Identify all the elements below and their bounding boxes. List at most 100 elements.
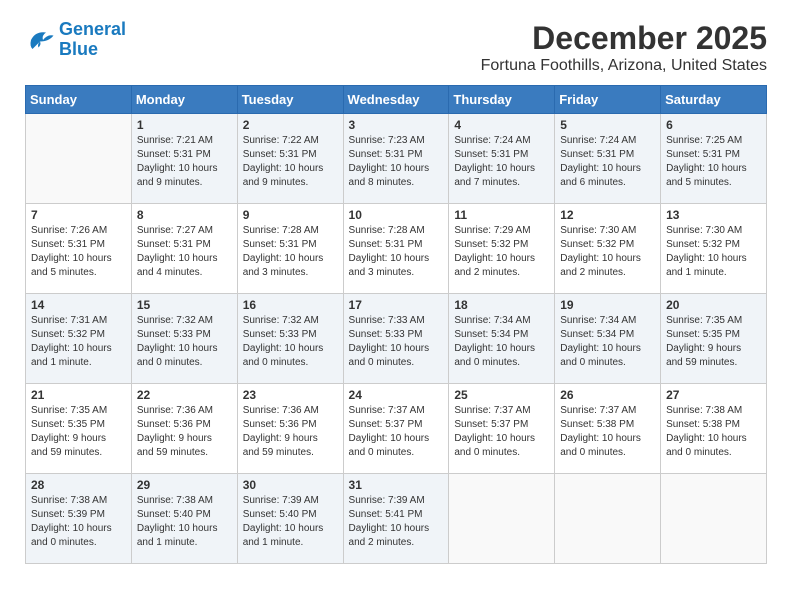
day-info: Sunrise: 7:34 AM Sunset: 5:34 PM Dayligh… <box>454 314 549 370</box>
calendar-cell: 24 Sunrise: 7:37 AM Sunset: 5:37 PM Dayli… <box>343 384 449 474</box>
day-number: 4 <box>454 118 549 132</box>
calendar-cell: 3 Sunrise: 7:23 AM Sunset: 5:31 PM Daylig… <box>343 114 449 204</box>
logo-icon <box>25 28 55 52</box>
day-number: 1 <box>137 118 232 132</box>
calendar-cell: 16 Sunrise: 7:32 AM Sunset: 5:33 PM Dayli… <box>237 294 343 384</box>
day-number: 20 <box>666 298 761 312</box>
weekday-header-monday: Monday <box>131 86 237 114</box>
header: General Blue December 2025 Fortuna Footh… <box>25 20 767 75</box>
calendar-cell: 19 Sunrise: 7:34 AM Sunset: 5:34 PM Dayli… <box>555 294 661 384</box>
day-info: Sunrise: 7:31 AM Sunset: 5:32 PM Dayligh… <box>31 314 126 370</box>
calendar-cell: 1 Sunrise: 7:21 AM Sunset: 5:31 PM Daylig… <box>131 114 237 204</box>
day-number: 15 <box>137 298 232 312</box>
day-info: Sunrise: 7:36 AM Sunset: 5:36 PM Dayligh… <box>137 404 232 460</box>
day-info: Sunrise: 7:38 AM Sunset: 5:39 PM Dayligh… <box>31 494 126 550</box>
day-number: 10 <box>349 208 444 222</box>
calendar-cell: 28 Sunrise: 7:38 AM Sunset: 5:39 PM Dayli… <box>26 474 132 564</box>
calendar-cell <box>26 114 132 204</box>
week-row-5: 28 Sunrise: 7:38 AM Sunset: 5:39 PM Dayli… <box>26 474 767 564</box>
day-number: 16 <box>243 298 338 312</box>
weekday-header-friday: Friday <box>555 86 661 114</box>
weekday-header-saturday: Saturday <box>661 86 767 114</box>
location-title: Fortuna Foothills, Arizona, United State… <box>481 57 767 75</box>
day-info: Sunrise: 7:33 AM Sunset: 5:33 PM Dayligh… <box>349 314 444 370</box>
week-row-2: 7 Sunrise: 7:26 AM Sunset: 5:31 PM Daylig… <box>26 204 767 294</box>
day-number: 29 <box>137 478 232 492</box>
day-number: 9 <box>243 208 338 222</box>
weekday-header-sunday: Sunday <box>26 86 132 114</box>
day-info: Sunrise: 7:32 AM Sunset: 5:33 PM Dayligh… <box>137 314 232 370</box>
calendar-table: SundayMondayTuesdayWednesdayThursdayFrid… <box>25 85 767 564</box>
calendar-cell <box>555 474 661 564</box>
calendar-cell: 26Sunrise: 7:37 AM Sunset: 5:38 PM Dayli… <box>555 384 661 474</box>
day-number: 25 <box>454 388 549 402</box>
weekday-header-tuesday: Tuesday <box>237 86 343 114</box>
logo-general: General <box>59 19 126 39</box>
calendar-cell: 29 Sunrise: 7:38 AM Sunset: 5:40 PM Dayli… <box>131 474 237 564</box>
day-number: 23 <box>243 388 338 402</box>
weekday-header-thursday: Thursday <box>449 86 555 114</box>
day-info: Sunrise: 7:39 AM Sunset: 5:41 PM Dayligh… <box>349 494 444 550</box>
day-number: 7 <box>31 208 126 222</box>
day-info: Sunrise: 7:21 AM Sunset: 5:31 PM Dayligh… <box>137 134 232 190</box>
day-info: Sunrise: 7:22 AM Sunset: 5:31 PM Dayligh… <box>243 134 338 190</box>
day-info: Sunrise: 7:24 AM Sunset: 5:31 PM Dayligh… <box>454 134 549 190</box>
calendar-cell: 23 Sunrise: 7:36 AM Sunset: 5:36 PM Dayli… <box>237 384 343 474</box>
calendar-cell: 11 Sunrise: 7:29 AM Sunset: 5:32 PM Dayli… <box>449 204 555 294</box>
day-number: 8 <box>137 208 232 222</box>
day-number: 3 <box>349 118 444 132</box>
day-info: Sunrise: 7:38 AM Sunset: 5:40 PM Dayligh… <box>137 494 232 550</box>
day-number: 12 <box>560 208 655 222</box>
day-number: 27 <box>666 388 761 402</box>
calendar-cell: 15 Sunrise: 7:32 AM Sunset: 5:33 PM Dayli… <box>131 294 237 384</box>
day-info: Sunrise: 7:25 AM Sunset: 5:31 PM Dayligh… <box>666 134 761 190</box>
day-number: 28 <box>31 478 126 492</box>
week-row-3: 14 Sunrise: 7:31 AM Sunset: 5:32 PM Dayli… <box>26 294 767 384</box>
day-info: Sunrise: 7:37 AM Sunset: 5:37 PM Dayligh… <box>454 404 549 460</box>
day-number: 22 <box>137 388 232 402</box>
calendar-cell: 22 Sunrise: 7:36 AM Sunset: 5:36 PM Dayli… <box>131 384 237 474</box>
day-info: Sunrise: 7:23 AM Sunset: 5:31 PM Dayligh… <box>349 134 444 190</box>
calendar-cell: 25 Sunrise: 7:37 AM Sunset: 5:37 PM Dayli… <box>449 384 555 474</box>
day-number: 26 <box>560 388 655 402</box>
day-info: Sunrise: 7:29 AM Sunset: 5:32 PM Dayligh… <box>454 224 549 280</box>
day-info: Sunrise: 7:32 AM Sunset: 5:33 PM Dayligh… <box>243 314 338 370</box>
day-info: Sunrise: 7:34 AM Sunset: 5:34 PM Dayligh… <box>560 314 655 370</box>
calendar-cell: 10 Sunrise: 7:28 AM Sunset: 5:31 PM Dayli… <box>343 204 449 294</box>
calendar-cell: 20Sunrise: 7:35 AM Sunset: 5:35 PM Dayli… <box>661 294 767 384</box>
week-row-4: 21 Sunrise: 7:35 AM Sunset: 5:35 PM Dayli… <box>26 384 767 474</box>
day-number: 5 <box>560 118 655 132</box>
calendar-cell: 9 Sunrise: 7:28 AM Sunset: 5:31 PM Daylig… <box>237 204 343 294</box>
day-info: Sunrise: 7:38 AM Sunset: 5:38 PM Dayligh… <box>666 404 761 460</box>
day-number: 18 <box>454 298 549 312</box>
day-info: Sunrise: 7:28 AM Sunset: 5:31 PM Dayligh… <box>349 224 444 280</box>
day-info: Sunrise: 7:30 AM Sunset: 5:32 PM Dayligh… <box>560 224 655 280</box>
calendar-cell: 4 Sunrise: 7:24 AM Sunset: 5:31 PM Daylig… <box>449 114 555 204</box>
day-info: Sunrise: 7:36 AM Sunset: 5:36 PM Dayligh… <box>243 404 338 460</box>
day-info: Sunrise: 7:26 AM Sunset: 5:31 PM Dayligh… <box>31 224 126 280</box>
day-number: 13 <box>666 208 761 222</box>
day-info: Sunrise: 7:37 AM Sunset: 5:37 PM Dayligh… <box>349 404 444 460</box>
logo-text: General Blue <box>59 20 126 60</box>
day-number: 31 <box>349 478 444 492</box>
day-number: 2 <box>243 118 338 132</box>
day-number: 11 <box>454 208 549 222</box>
calendar-cell: 14 Sunrise: 7:31 AM Sunset: 5:32 PM Dayli… <box>26 294 132 384</box>
day-number: 21 <box>31 388 126 402</box>
calendar-cell: 12 Sunrise: 7:30 AM Sunset: 5:32 PM Dayli… <box>555 204 661 294</box>
day-number: 14 <box>31 298 126 312</box>
day-number: 19 <box>560 298 655 312</box>
day-info: Sunrise: 7:24 AM Sunset: 5:31 PM Dayligh… <box>560 134 655 190</box>
day-info: Sunrise: 7:39 AM Sunset: 5:40 PM Dayligh… <box>243 494 338 550</box>
day-info: Sunrise: 7:28 AM Sunset: 5:31 PM Dayligh… <box>243 224 338 280</box>
calendar-cell: 31 Sunrise: 7:39 AM Sunset: 5:41 PM Dayli… <box>343 474 449 564</box>
calendar-cell: 13Sunrise: 7:30 AM Sunset: 5:32 PM Dayli… <box>661 204 767 294</box>
day-number: 17 <box>349 298 444 312</box>
calendar-cell: 27 Sunrise: 7:38 AM Sunset: 5:38 PM Dayli… <box>661 384 767 474</box>
calendar-cell: 18 Sunrise: 7:34 AM Sunset: 5:34 PM Dayli… <box>449 294 555 384</box>
month-title: December 2025 <box>481 20 767 57</box>
day-number: 24 <box>349 388 444 402</box>
calendar-cell: 7 Sunrise: 7:26 AM Sunset: 5:31 PM Daylig… <box>26 204 132 294</box>
day-info: Sunrise: 7:35 AM Sunset: 5:35 PM Dayligh… <box>31 404 126 460</box>
calendar-cell: 30Sunrise: 7:39 AM Sunset: 5:40 PM Dayli… <box>237 474 343 564</box>
